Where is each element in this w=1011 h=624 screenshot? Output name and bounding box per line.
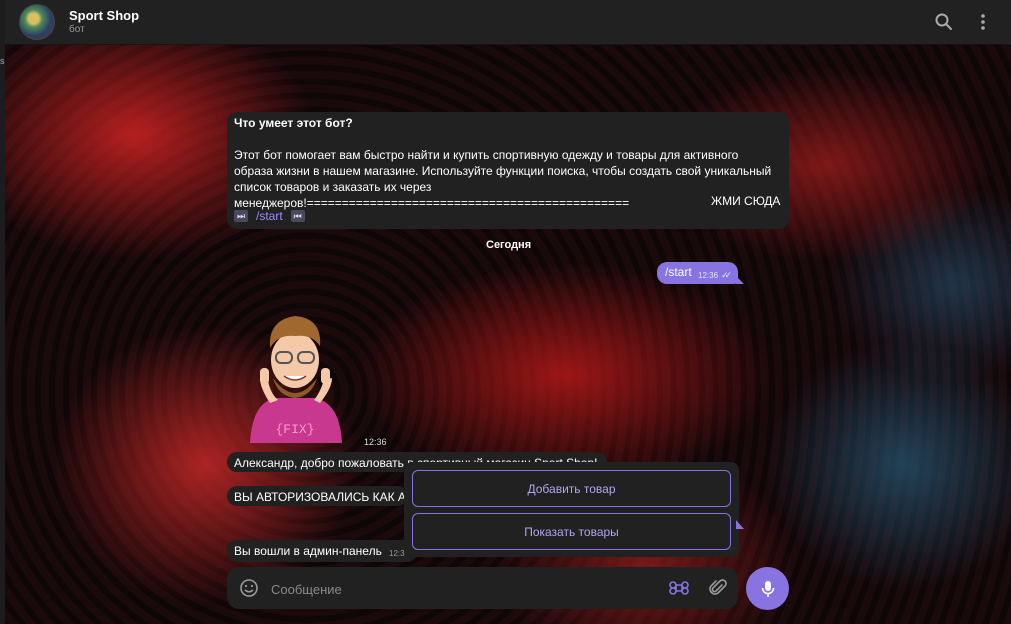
sticker-time: 12:36 (361, 437, 390, 447)
outgoing-message[interactable]: /start 12:36 ✓✓ (657, 262, 738, 284)
read-checkmarks-icon: ✓✓ (721, 270, 732, 280)
message-auth-text: ВЫ АВТОРИЗОВАЛИСЬ КАК А, (234, 490, 410, 504)
outgoing-bubble-tail (736, 276, 744, 284)
emoji-icon[interactable] (239, 578, 259, 598)
message-admin-text: Вы вошли в админ-панель (234, 544, 382, 558)
add-product-button[interactable]: Добавить товар (412, 470, 731, 507)
bot-commands-icon[interactable] (669, 578, 689, 598)
keyboard-tail (736, 520, 744, 529)
message-admin-time: 12:3 (389, 549, 405, 558)
avatar[interactable] (19, 4, 55, 40)
start-command-link[interactable]: /start (256, 209, 283, 223)
bot-info-command-line: ⏭ /start ⏮ (234, 209, 305, 223)
sticker-image[interactable]: {FIX} (240, 308, 350, 443)
more-vertical-icon[interactable] (973, 12, 993, 32)
reply-keyboard: Добавить товар Показать товары (404, 462, 739, 557)
bot-info-description: Этот бот помогает вам быстро найти и куп… (234, 148, 772, 210)
message-input[interactable] (269, 577, 653, 601)
next-track-icon: ⏭ (234, 210, 248, 222)
chat-subtitle: бот (69, 24, 85, 35)
show-products-button[interactable]: Показать товары (412, 513, 731, 550)
microphone-icon (761, 580, 774, 597)
voice-record-button[interactable] (746, 567, 789, 610)
previous-track-icon: ⏮ (290, 210, 305, 222)
attach-icon[interactable] (708, 578, 728, 598)
left-panel-text: s (0, 56, 5, 66)
search-icon[interactable] (934, 12, 954, 32)
outgoing-message-time: 12:36 (698, 271, 719, 280)
message-admin[interactable]: Вы вошли в админ-панель 12:3 (227, 540, 417, 562)
sticker-caption: {FIX} (275, 422, 314, 437)
chat-title: Sport Shop (69, 8, 140, 23)
outgoing-message-text: /start (665, 265, 692, 279)
bot-info-title: Что умеет этот бот? (234, 116, 353, 130)
bot-info-card: Что умеет этот бот? Этот бот помогает ва… (227, 112, 789, 229)
message-composer (227, 567, 738, 609)
message-auth[interactable]: ВЫ АВТОРИЗОВАЛИСЬ КАК А, (227, 486, 410, 506)
bot-info-cta: ЖМИ СЮДА (711, 194, 781, 208)
chat-header: Sport Shop бот (5, 0, 1011, 45)
chat-title-block[interactable]: Sport Shop бот (69, 8, 139, 36)
date-separator: Сегодня (486, 239, 532, 251)
